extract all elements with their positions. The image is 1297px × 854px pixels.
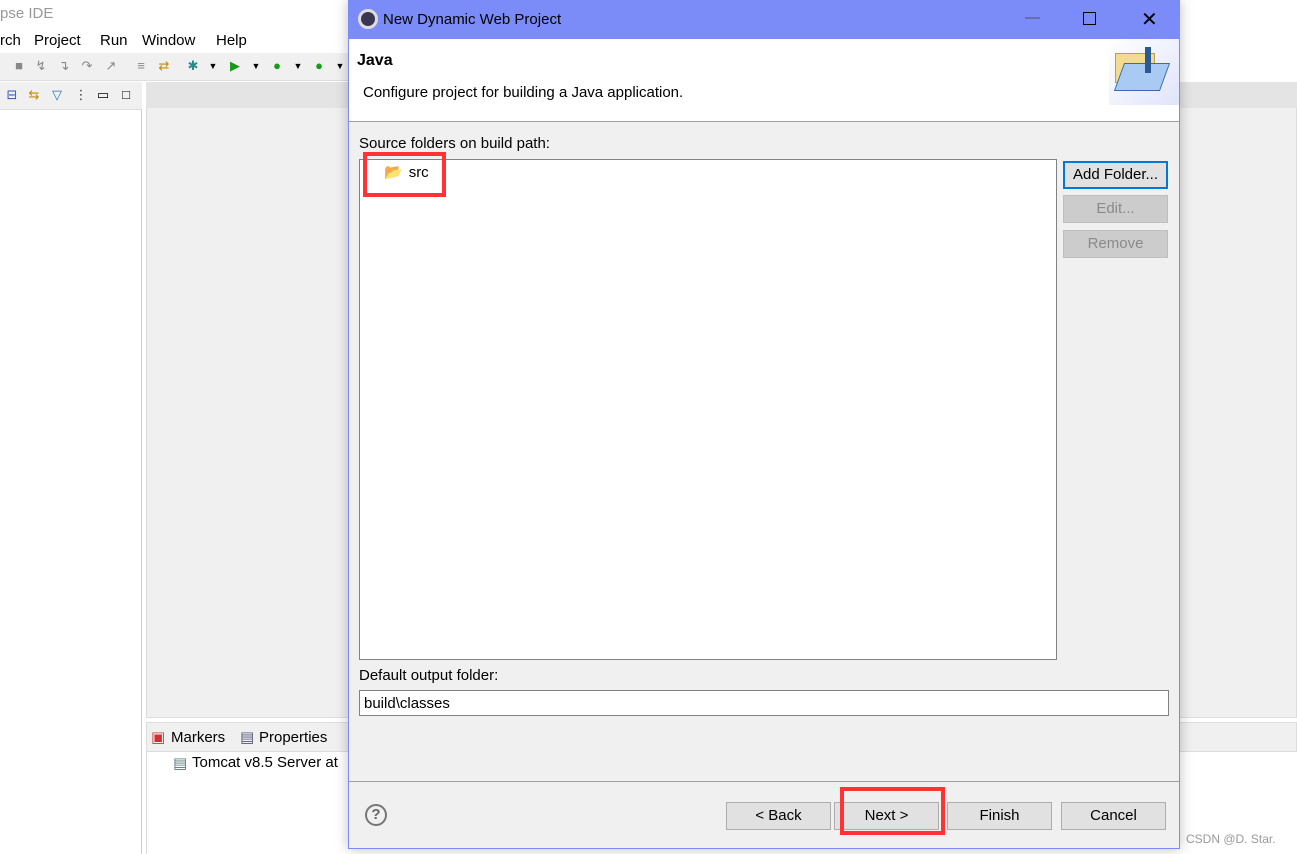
source-folders-label-text: Source folders on build path: xyxy=(359,135,550,152)
menu-run[interactable]: Run xyxy=(100,32,128,49)
project-explorer-toolbar: ⊟ ⇆ ▽ ⋮ ▭ □ xyxy=(0,82,142,110)
server-item[interactable]: Tomcat v8.5 Server at xyxy=(192,754,338,771)
dialog-title: New Dynamic Web Project xyxy=(383,11,562,28)
dialog-header: Java Configure project for building a Ja… xyxy=(349,39,1179,122)
filter-icon[interactable]: ▽ xyxy=(50,88,64,102)
help-icon[interactable]: ? xyxy=(365,804,387,826)
server-icon: ▤ xyxy=(173,755,188,772)
step-into-icon[interactable]: ↴ xyxy=(57,59,71,73)
dropdown-icon[interactable]: ▼ xyxy=(206,59,220,73)
disconnect-icon[interactable]: ↯ xyxy=(34,59,48,73)
add-folder-button[interactable]: Add Folder... xyxy=(1063,161,1168,189)
menu-search[interactable]: rch xyxy=(0,32,21,49)
java-folder-icon xyxy=(1109,39,1179,105)
highlight-next xyxy=(840,787,945,835)
toolbar: ■ ↯ ↴ ↷ ↗ ≡ ⇄ ✱ ▼ ▶ ▼ ● ▼ ● ▼ xyxy=(0,53,348,81)
dropdown-icon[interactable]: ▼ xyxy=(333,59,347,73)
project-explorer xyxy=(0,82,142,854)
footer-divider xyxy=(349,781,1179,782)
source-folders-label: Source folders on build path: xyxy=(359,135,550,152)
cancel-button[interactable]: Cancel xyxy=(1061,802,1166,830)
dropdown-icon[interactable]: ▼ xyxy=(291,59,305,73)
coverage-icon[interactable]: ● xyxy=(270,59,284,73)
menu-project[interactable]: Project xyxy=(34,32,81,49)
menu-window[interactable]: Window xyxy=(142,32,195,49)
minimize-button[interactable]: — xyxy=(1025,9,1040,26)
dialog-titlebar: New Dynamic Web Project — ✕ xyxy=(349,1,1179,39)
dropdown-icon[interactable]: ▼ xyxy=(249,59,263,73)
link-editor-icon[interactable]: ⇆ xyxy=(27,88,41,102)
watermark: CSDN @D. Star. xyxy=(1186,832,1276,846)
debug-icon[interactable]: ✱ xyxy=(186,59,200,73)
tab-properties[interactable]: Properties xyxy=(259,729,327,746)
new-project-dialog: New Dynamic Web Project — ✕ Java Configu… xyxy=(348,0,1180,849)
markers-icon: ▣ xyxy=(151,729,166,746)
close-button[interactable]: ✕ xyxy=(1141,7,1158,32)
ide-window-title: pse IDE xyxy=(0,5,54,22)
page-description: Configure project for building a Java ap… xyxy=(363,84,684,101)
maximize-icon[interactable]: □ xyxy=(119,88,133,102)
eclipse-icon xyxy=(358,9,378,29)
step-over-icon[interactable]: ↷ xyxy=(80,59,94,73)
minimize-icon[interactable]: ▭ xyxy=(96,88,110,102)
page-title: Java xyxy=(357,52,393,69)
step-return-icon[interactable]: ↗ xyxy=(104,59,118,73)
properties-icon: ▤ xyxy=(240,729,255,746)
back-button[interactable]: < Back xyxy=(726,802,831,830)
view-menu-icon[interactable]: ⋮ xyxy=(74,88,88,102)
source-folders-list[interactable]: 📂 src xyxy=(359,159,1057,660)
drop-frame-icon[interactable]: ≡ xyxy=(134,59,148,73)
output-folder-label: Default output folder: xyxy=(359,667,499,684)
edit-button[interactable]: Edit... xyxy=(1063,195,1168,223)
tab-markers[interactable]: Markers xyxy=(171,729,225,746)
maximize-button[interactable] xyxy=(1083,12,1096,25)
external-tools-icon[interactable]: ● xyxy=(312,59,326,73)
run-icon[interactable]: ▶ xyxy=(228,59,242,73)
menu-help[interactable]: Help xyxy=(216,32,247,49)
finish-button[interactable]: Finish xyxy=(947,802,1052,830)
collapse-all-icon[interactable]: ⊟ xyxy=(5,88,19,102)
highlight-src xyxy=(363,152,446,197)
stop-icon[interactable]: ■ xyxy=(12,59,26,73)
use-step-filters-icon[interactable]: ⇄ xyxy=(157,59,171,73)
output-folder-input[interactable] xyxy=(359,690,1169,716)
remove-button[interactable]: Remove xyxy=(1063,230,1168,258)
